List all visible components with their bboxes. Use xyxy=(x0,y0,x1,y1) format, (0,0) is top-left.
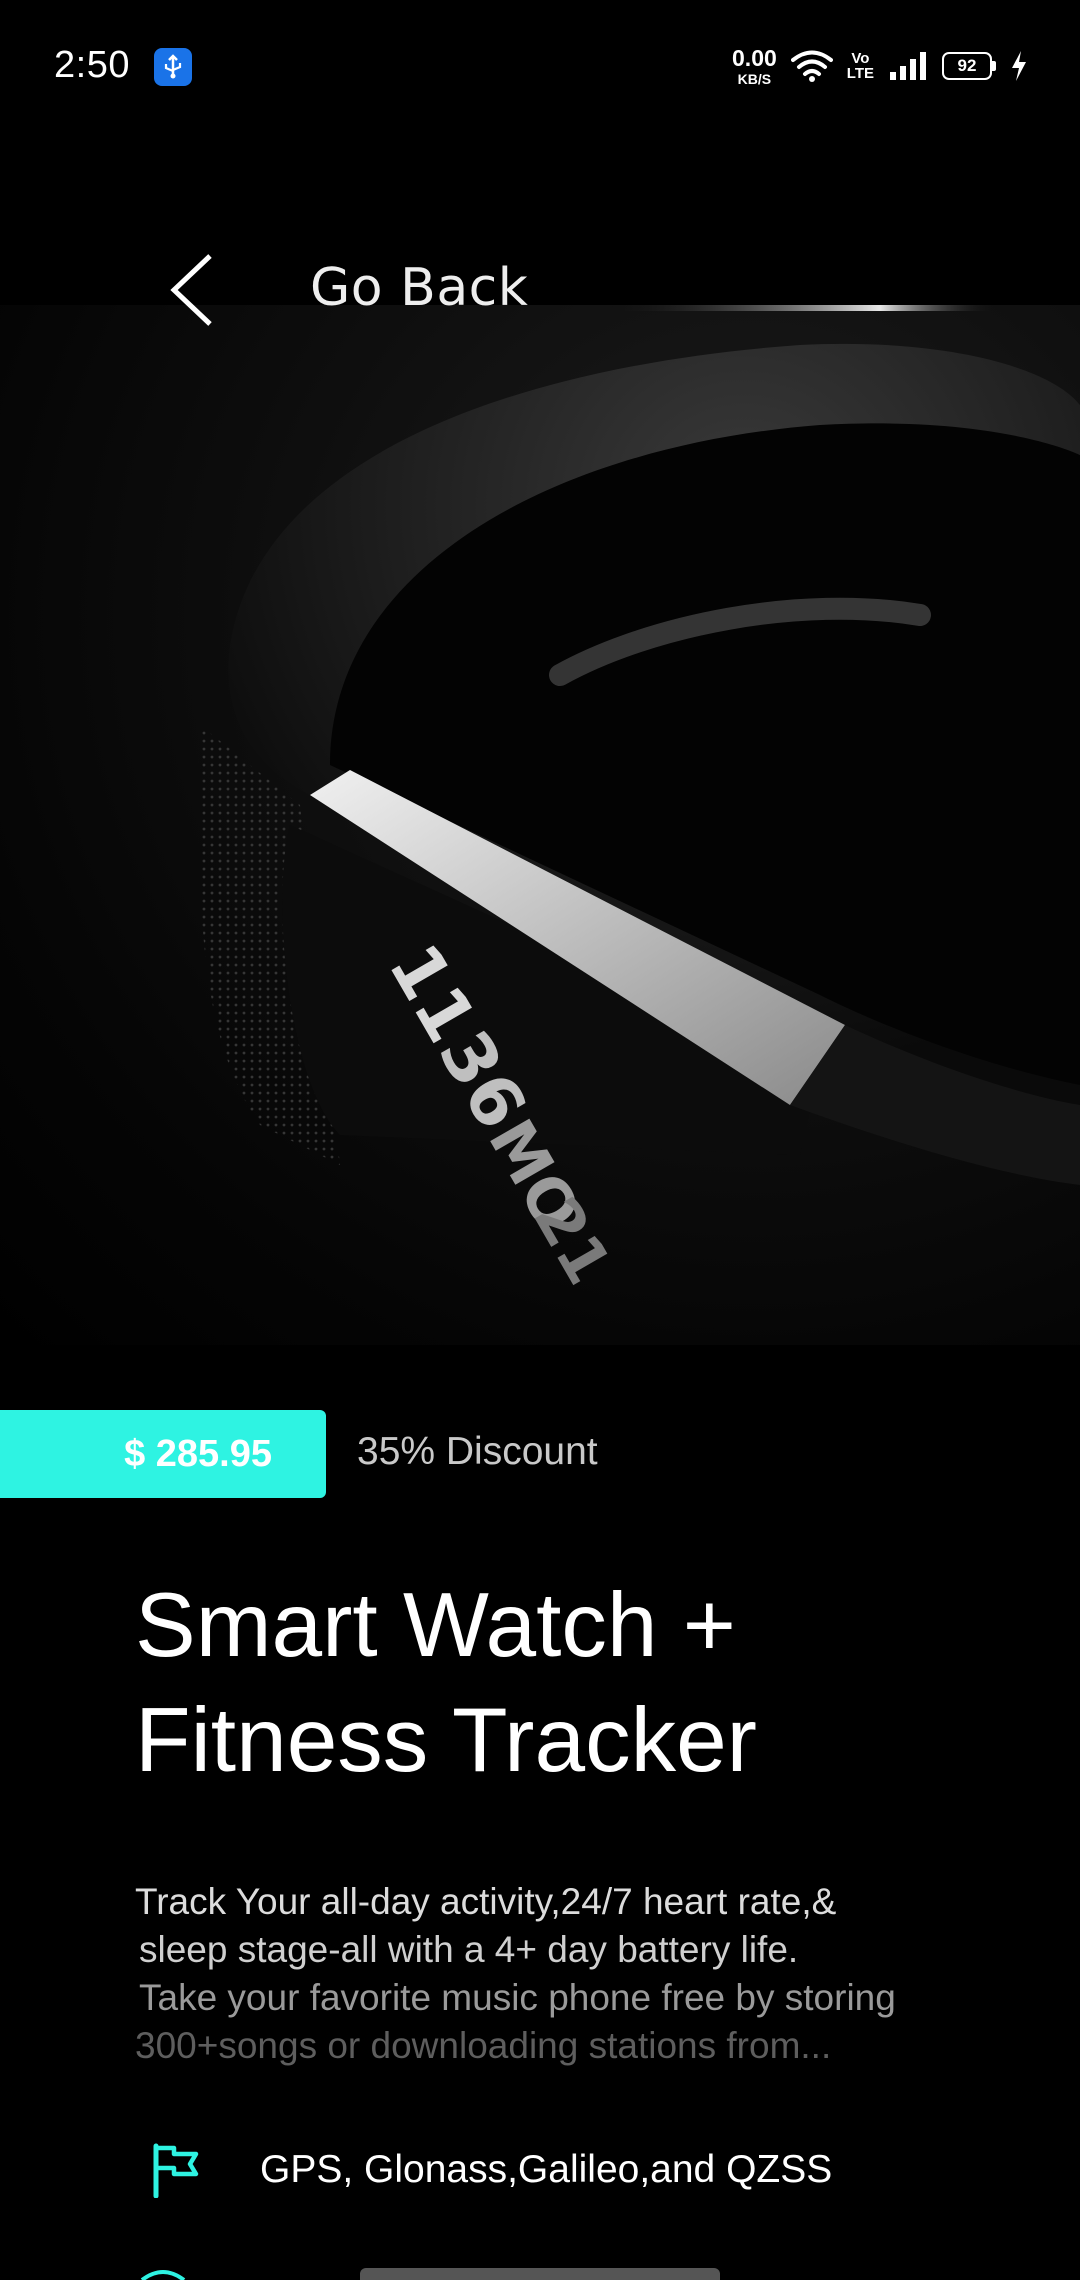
wifi-icon xyxy=(790,50,833,82)
product-title-line: Fitness Tracker xyxy=(135,1690,757,1791)
discount-label: 35% Discount xyxy=(357,1430,598,1473)
feature-label: GPS, Glonass,Galileo,and QZSS xyxy=(260,2148,833,2191)
description-line: Take your favorite music phone free by s… xyxy=(139,1977,896,2018)
network-speed-value: 0.00 xyxy=(732,44,777,71)
header: Go Back xyxy=(0,230,1080,350)
status-time: 2:50 xyxy=(54,44,130,86)
signal-icon xyxy=(890,52,926,80)
chevron-left-icon[interactable] xyxy=(162,250,222,330)
product-title: Smart Watch + Fitness Tracker xyxy=(135,1568,1015,1798)
network-speed: 0.00 KB/S xyxy=(732,44,777,87)
flag-icon xyxy=(153,2143,199,2198)
volte-top: Vo xyxy=(851,50,870,67)
network-speed-unit: KB/S xyxy=(737,70,772,87)
product-description: Track Your all-day activity,24/7 heart r… xyxy=(135,1878,1015,2070)
feature-item: GPS, Glonass,Galileo,and QZSS xyxy=(150,2142,832,2198)
volte-indicator: Vo LTE xyxy=(847,51,874,81)
product-hero-image: 11 36 MO 21 xyxy=(0,305,1080,1345)
charging-bolt-icon xyxy=(1012,51,1026,81)
usb-debug-icon xyxy=(154,48,192,86)
go-back-button[interactable]: Go Back xyxy=(310,258,528,318)
description-line: sleep stage-all with a 4+ day battery li… xyxy=(139,1929,799,1970)
price-tag: $ 285.95 xyxy=(0,1410,326,1498)
status-icons: 0.00 KB/S Vo LTE 92 xyxy=(732,40,1028,92)
battery-level: 92 xyxy=(942,52,992,80)
volte-bottom: LTE xyxy=(846,65,874,82)
product-title-line: Smart Watch + xyxy=(135,1575,736,1676)
partial-feature-icon xyxy=(140,2270,186,2280)
description-line: 300+songs or downloading stations from..… xyxy=(135,2025,832,2066)
battery-icon: 92 xyxy=(942,52,996,80)
status-bar: 2:50 0.00 KB/S Vo LTE 92 xyxy=(0,0,1080,130)
bottom-sheet-handle[interactable] xyxy=(360,2268,720,2280)
description-line: Track Your all-day activity,24/7 heart r… xyxy=(135,1881,837,1922)
